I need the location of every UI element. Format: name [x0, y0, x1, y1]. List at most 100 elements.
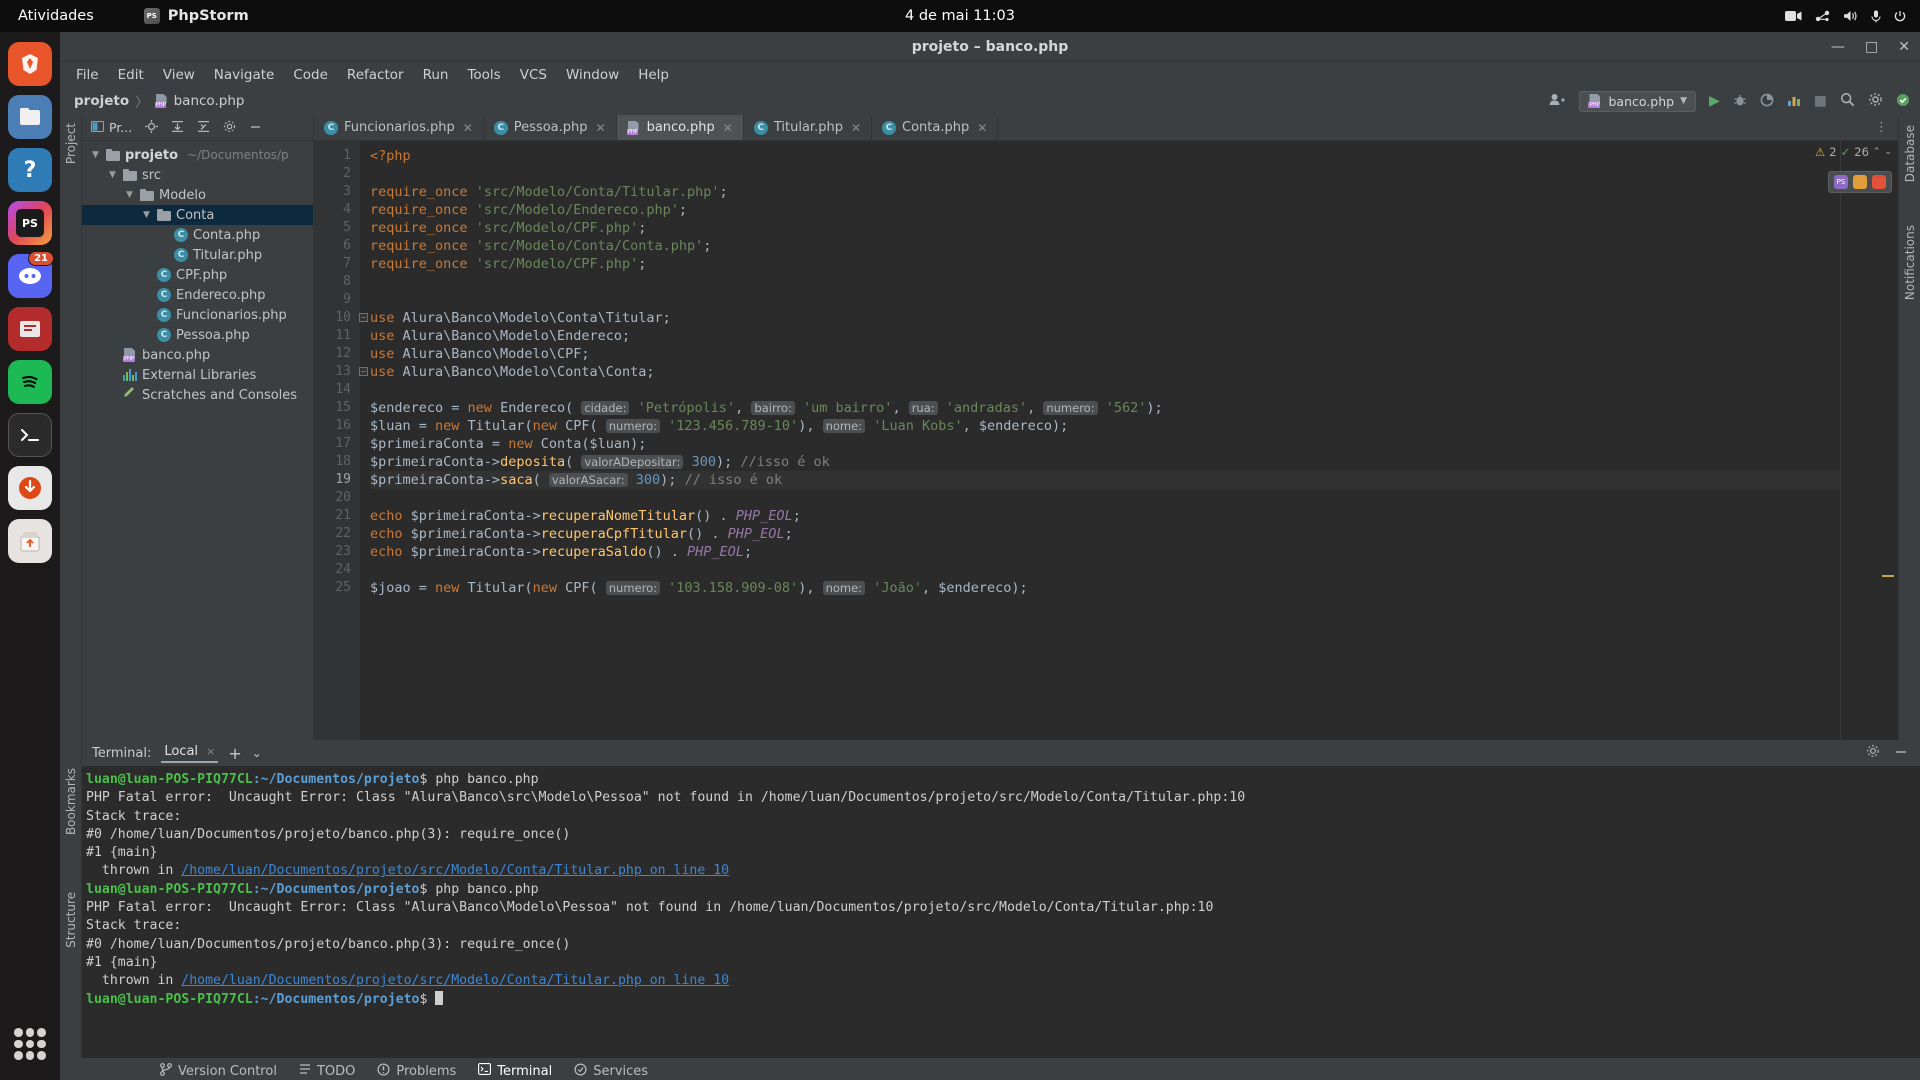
power-icon[interactable]	[1894, 10, 1906, 22]
active-app-indicator[interactable]: PS PhpStorm	[143, 8, 249, 24]
tree-node-endereco-php[interactable]: C Endereco.php	[82, 285, 313, 305]
os-clock[interactable]: 4 de mai 11:03	[905, 8, 1015, 24]
tree-node-conta-php[interactable]: C Conta.php	[82, 225, 313, 245]
tree-node-funcionarios-php[interactable]: C Funcionarios.php	[82, 305, 313, 325]
code-line[interactable]: use Alura\Banco\Modelo\Endereco;	[370, 327, 1898, 345]
dock-item-discord[interactable]: 21	[8, 251, 54, 298]
close-icon[interactable]: ✕	[463, 121, 473, 135]
terminal-output[interactable]: luan@luan-POS-PIQ77CL:~/Documentos/proje…	[82, 766, 1920, 1058]
tree-node-src[interactable]: ▼ src	[82, 165, 313, 185]
line-number[interactable]: 10−	[314, 309, 368, 327]
inspection-summary[interactable]: ⚠ 2 ✓ 26 ⌃ ⌄	[1815, 141, 1898, 159]
line-number[interactable]: 18	[314, 453, 360, 471]
tool-button-todo[interactable]: TODO	[299, 1063, 355, 1079]
volume-icon[interactable]	[1843, 10, 1858, 22]
run-configuration-selector[interactable]: banco.php ▼	[1579, 90, 1696, 112]
menu-help[interactable]: Help	[638, 67, 669, 83]
code-line[interactable]	[370, 381, 1898, 399]
chevron-down-icon[interactable]: ▼	[141, 210, 152, 220]
run-button[interactable]: ▶	[1709, 94, 1720, 108]
code-line[interactable]: require_once 'src/Modelo/Conta/Titular.p…	[370, 183, 1898, 201]
line-number[interactable]: 19	[314, 471, 360, 489]
terminal-caret[interactable]	[435, 990, 444, 1005]
debug-button[interactable]	[1733, 93, 1747, 110]
code-line[interactable]: use Alura\Banco\Modelo\CPF;	[370, 345, 1898, 363]
screencast-icon[interactable]	[1785, 10, 1802, 22]
breadcrumb-project[interactable]: projeto	[74, 93, 129, 109]
tree-node-modelo[interactable]: ▼ Modelo	[82, 185, 313, 205]
dock-item-spotify[interactable]	[8, 360, 52, 404]
inspection-marker[interactable]	[1882, 575, 1894, 577]
dock-item-terminal[interactable]	[8, 413, 52, 457]
tree-node-pessoa-php[interactable]: C Pessoa.php	[82, 325, 313, 345]
tree-node-projeto[interactable]: ▼ projeto ~/Documentos/p	[82, 145, 313, 165]
line-number[interactable]: 23	[314, 543, 360, 561]
chevron-down-icon[interactable]: ▼	[90, 150, 101, 160]
chevron-down-icon[interactable]: ▼	[107, 170, 118, 180]
line-number[interactable]: 16	[314, 417, 360, 435]
menu-window[interactable]: Window	[566, 67, 619, 83]
tree-node-titular-php[interactable]: C Titular.php	[82, 245, 313, 265]
code-line[interactable]: <?php	[370, 147, 1898, 165]
editor-tab-overflow[interactable]: ⋮	[1875, 115, 1898, 140]
code-line[interactable]: use Alura\Banco\Modelo\Conta\Titular;	[370, 309, 1898, 327]
line-number[interactable]: 9	[314, 291, 360, 309]
update-indicator-icon[interactable]	[1896, 93, 1910, 110]
tool-tab-project[interactable]: Project	[64, 123, 78, 164]
line-number[interactable]: 5	[314, 219, 360, 237]
editor-tab-funcionarios-php[interactable]: C Funcionarios.php ✕	[314, 115, 484, 140]
menu-tools[interactable]: Tools	[467, 67, 500, 83]
editor-tab-conta-php[interactable]: C Conta.php ✕	[872, 115, 999, 140]
tool-button-services[interactable]: Services	[574, 1062, 648, 1080]
gear-icon[interactable]	[1868, 92, 1883, 110]
dock-item-help[interactable]: ?	[8, 148, 52, 192]
dock-item-ubuntu-software[interactable]	[8, 519, 52, 563]
close-icon[interactable]: ✕	[723, 121, 733, 135]
expand-all-icon[interactable]	[171, 120, 184, 136]
minimize-icon[interactable]	[1894, 744, 1908, 762]
line-number[interactable]: 14	[314, 381, 360, 399]
line-number[interactable]: 17	[314, 435, 360, 453]
gear-icon[interactable]	[1866, 744, 1880, 762]
code-line[interactable]: $primeiraConta = new Conta($luan);	[370, 435, 1898, 453]
hide-icon[interactable]	[249, 120, 262, 136]
menu-code[interactable]: Code	[293, 67, 328, 83]
tree-node-scratches-and-consoles[interactable]: Scratches and Consoles	[82, 385, 313, 405]
chevron-up-icon[interactable]: ⌃	[1873, 147, 1881, 157]
code-line[interactable]: echo $primeiraConta->recuperaCpfTitular(…	[370, 525, 1898, 543]
code-line[interactable]: require_once 'src/Modelo/Conta/Conta.php…	[370, 237, 1898, 255]
tool-tab-notifications[interactable]: Notifications	[1903, 225, 1917, 300]
menu-view[interactable]: View	[163, 67, 195, 83]
dock-item-brave[interactable]	[8, 42, 52, 86]
close-button[interactable]: ✕	[1898, 40, 1910, 54]
code-line[interactable]	[370, 273, 1898, 291]
terminal-file-link[interactable]: /home/luan/Documentos/projeto/src/Modelo…	[181, 863, 729, 878]
tree-node-external-libraries[interactable]: External Libraries	[82, 365, 313, 385]
line-number[interactable]: 7	[314, 255, 360, 273]
dock-item-phpstorm[interactable]: PS	[8, 201, 52, 245]
line-number[interactable]: 4	[314, 201, 360, 219]
search-icon[interactable]	[1840, 92, 1855, 110]
code-line[interactable]	[370, 489, 1898, 507]
maximize-button[interactable]: □	[1865, 40, 1878, 54]
tool-tab-structure[interactable]: Structure	[64, 892, 78, 948]
activities-button[interactable]: Atividades	[18, 8, 94, 24]
tool-tab-bookmarks[interactable]: Bookmarks	[64, 768, 78, 835]
menu-vcs[interactable]: VCS	[520, 67, 547, 83]
menu-file[interactable]: File	[76, 67, 99, 83]
editor-tab-pessoa-php[interactable]: C Pessoa.php ✕	[484, 115, 617, 140]
locate-icon[interactable]	[145, 119, 159, 136]
tool-tab-database[interactable]: Database	[1903, 125, 1917, 182]
close-icon[interactable]: ✕	[596, 121, 606, 135]
line-number[interactable]: 8	[314, 273, 360, 291]
line-number[interactable]: 22	[314, 525, 360, 543]
line-number[interactable]: 24	[314, 561, 360, 579]
menu-edit[interactable]: Edit	[118, 67, 144, 83]
code-line[interactable]: require_once 'src/Modelo/CPF.php';	[370, 219, 1898, 237]
code-line[interactable]: $luan = new Titular(new CPF( numero: '12…	[370, 417, 1898, 435]
dock-item-files[interactable]	[8, 95, 52, 139]
line-number[interactable]: 1	[314, 147, 360, 165]
code-line[interactable]	[370, 561, 1898, 579]
chevron-down-icon[interactable]: ⌄	[1884, 147, 1892, 157]
code-line[interactable]: $endereco = new Endereco( cidade: 'Petró…	[370, 399, 1898, 417]
